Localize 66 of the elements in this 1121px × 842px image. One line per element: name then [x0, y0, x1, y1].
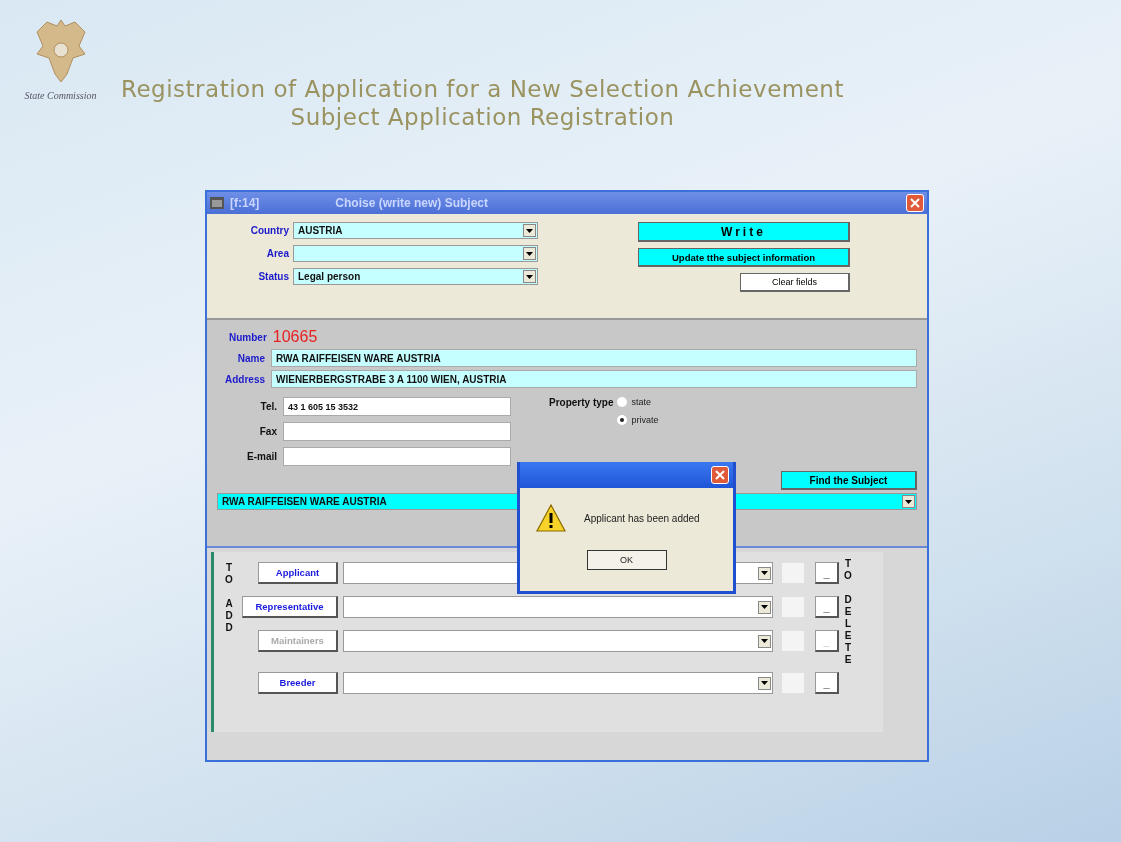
dropdown-button[interactable] [758, 600, 771, 614]
vertical-label: TO [843, 558, 853, 582]
field-label: Area [265, 248, 289, 259]
dropdown-field[interactable]: Legal person [293, 268, 538, 285]
dialog-message: Applicant has been added [584, 512, 700, 524]
radio-button[interactable] [617, 415, 628, 425]
logo-caption: State Commission [24, 90, 97, 101]
dropdown-button[interactable] [523, 270, 536, 283]
close-icon [715, 470, 725, 480]
address-field[interactable]: WIENERBERGSTRABE 3 A 1100 WIEN, AUSTRIA [271, 370, 917, 388]
field-label: Country [249, 225, 289, 236]
slide-title: Registration of Application for a New Selection Achievement [121, 76, 844, 102]
name-field[interactable]: RWA RAIFFEISEN WARE AUSTRIA [271, 349, 917, 367]
window-title: Choise (write new) Subject [335, 196, 489, 210]
dropdown-button[interactable] [758, 566, 771, 580]
dropdown-field[interactable] [293, 245, 538, 262]
find-subject-button[interactable]: Find the Subject [781, 471, 917, 490]
dropdown-arrow-icon [526, 228, 533, 233]
delete-button[interactable]: _ [815, 672, 839, 694]
dropdown-button[interactable] [523, 224, 536, 237]
number-label: Number [229, 331, 267, 343]
role-button[interactable]: Breeder [258, 672, 338, 694]
number-value: 10665 [272, 328, 318, 346]
contact-label: E-mail [246, 451, 277, 462]
role-button[interactable]: Representative [242, 596, 338, 618]
dialog-close-button[interactable] [711, 466, 729, 484]
property-type-label: Property type [549, 397, 614, 408]
delete-button[interactable]: _ [815, 562, 839, 584]
input-field[interactable] [283, 422, 511, 441]
ok-button[interactable]: OK [586, 550, 667, 570]
action-button[interactable]: Write [638, 222, 850, 242]
slide-subtitle: Subject Application Registration [290, 104, 675, 130]
action-button[interactable]: Clear fields [740, 273, 850, 292]
window-icon [210, 197, 224, 209]
vertical-label: TO [224, 562, 234, 586]
dropdown-button[interactable] [902, 495, 915, 508]
close-icon [910, 198, 920, 208]
contact-label: Tel. [259, 401, 277, 412]
dropdown-arrow-icon [761, 605, 768, 609]
field-label: Status [257, 271, 289, 282]
name-label: Name [236, 352, 265, 364]
input-field[interactable]: 43 1 605 15 3532 [283, 397, 511, 416]
vertical-label: ADD [224, 598, 234, 634]
dropdown-arrow-icon [761, 571, 768, 575]
address-label: Address [224, 373, 265, 385]
radio-label: state [631, 397, 651, 407]
dropdown-button[interactable] [758, 634, 771, 648]
dropdown-arrow-icon [761, 639, 768, 643]
dropdown-arrow-icon [526, 274, 533, 279]
window-id: [f:14] [230, 196, 260, 210]
dropdown-button[interactable] [523, 247, 536, 260]
dropdown-field[interactable]: AUSTRIA [293, 222, 538, 239]
input-field[interactable] [283, 447, 511, 466]
dropdown-button[interactable] [758, 676, 771, 690]
action-button[interactable]: Update tthe subject information [638, 248, 850, 267]
radio-button[interactable] [617, 397, 628, 407]
vertical-label: DELETE [843, 594, 853, 666]
dropdown-arrow-icon [526, 251, 533, 256]
delete-button[interactable]: _ [815, 596, 839, 618]
close-button[interactable] [906, 194, 924, 212]
dropdown-arrow-icon [761, 681, 768, 685]
warning-icon [536, 504, 566, 532]
contact-label: Fax [258, 426, 277, 437]
role-button[interactable]: Applicant [258, 562, 338, 584]
radio-label: private [631, 415, 659, 425]
dropdown-arrow-icon [905, 499, 912, 504]
